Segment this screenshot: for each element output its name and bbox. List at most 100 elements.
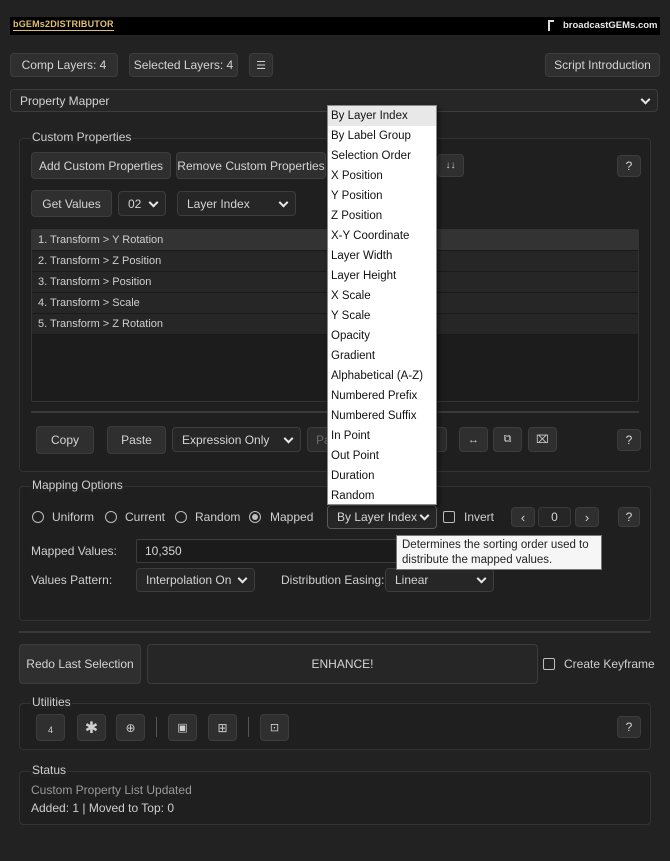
dropdown-item[interactable]: Selection Order [328, 146, 436, 166]
dropdown-item[interactable]: Opacity [328, 326, 436, 346]
random-radio[interactable] [175, 511, 187, 523]
utility-grid-button[interactable]: ⊞ [208, 714, 237, 741]
copy-button[interactable]: Copy [36, 426, 94, 454]
current-label[interactable]: Current [125, 510, 165, 524]
invert-checkbox[interactable] [443, 511, 455, 523]
selected-layers-button[interactable]: Selected Layers: 4 [129, 53, 238, 77]
expression-select[interactable]: Expression Only [172, 427, 301, 452]
expression-select-value: Expression Only [182, 432, 270, 447]
distribution-easing-label: Distribution Easing: [281, 573, 385, 587]
remove-custom-properties-button[interactable]: Remove Custom Properties [176, 152, 326, 179]
chevron-down-icon [640, 94, 651, 105]
dropdown-item[interactable]: X-Y Coordinate [328, 226, 436, 246]
utilities-title: Utilities [31, 695, 72, 709]
sort-order-tooltip: Determines the sorting order used to dis… [396, 535, 602, 570]
asterisk-icon: ✱ [84, 719, 99, 737]
count-select[interactable]: 02 [118, 191, 166, 216]
dropdown-item[interactable]: Layer Height [328, 266, 436, 286]
sort-down-button[interactable]: ↓↓ [437, 154, 464, 177]
values-pattern-label: Values Pattern: [31, 573, 113, 587]
dropdown-item[interactable]: Layer Width [328, 246, 436, 266]
random-label[interactable]: Random [195, 510, 240, 524]
dropdown-item[interactable]: Numbered Prefix [328, 386, 436, 406]
utility-number-button[interactable]: 4 [36, 714, 65, 741]
count-select-value: 02 [128, 196, 142, 211]
dropdown-item[interactable]: Y Position [328, 186, 436, 206]
divider [156, 717, 157, 737]
offset-decrement-button[interactable]: ‹ [511, 507, 535, 527]
duplicate-button[interactable]: ⧉ [493, 427, 522, 452]
offset-increment-button[interactable]: › [575, 507, 599, 527]
dropdown-item[interactable]: Duration [328, 466, 436, 486]
dropdown-item[interactable]: By Layer Index [328, 106, 436, 126]
mapped-values-label: Mapped Values: [31, 544, 117, 558]
create-keyframe-label[interactable]: Create Keyframe [564, 657, 655, 671]
distribution-easing-value: Linear [395, 573, 429, 587]
company-name[interactable]: broadcastGEMs.com [563, 20, 658, 31]
current-radio[interactable] [105, 511, 117, 523]
help-button[interactable]: ? [617, 429, 641, 451]
invert-label[interactable]: Invert [464, 510, 494, 524]
clear-icon: ⌧ [536, 434, 549, 446]
sort-order-dropdown-menu[interactable]: By Layer Index By Label Group Selection … [327, 105, 437, 505]
utility-asterisk-button[interactable]: ✱ [77, 714, 106, 741]
mapped-label[interactable]: Mapped [270, 510, 313, 524]
chevron-down-icon [419, 510, 430, 521]
duplicate-icon: ⧉ [503, 433, 512, 445]
distribution-easing-select[interactable]: Linear [385, 568, 494, 592]
sort-down-icon: ↓↓ [445, 160, 456, 171]
clear-button[interactable]: ⌧ [528, 427, 557, 452]
dropdown-item[interactable]: By Label Group [328, 126, 436, 146]
utility-box-button[interactable]: ▣ [168, 714, 197, 741]
swap-icon: ↔ [468, 433, 479, 446]
image-icon: ⊡ [269, 722, 280, 734]
enhance-button[interactable]: ENHANCE! [147, 644, 538, 684]
sort-order-select[interactable]: By Layer Index [327, 505, 437, 529]
dropdown-item[interactable]: Random [328, 486, 436, 506]
brand-logo: bGEMs2DISTRIBUTOR [13, 19, 114, 31]
help-button[interactable]: ? [617, 716, 641, 738]
values-pattern-select[interactable]: Interpolation On [136, 568, 255, 592]
dropdown-item[interactable]: Alphabetical (A-Z) [328, 366, 436, 386]
paste-button[interactable]: Paste [107, 426, 166, 454]
grid-icon: ⊞ [217, 720, 228, 735]
script-intro-button[interactable]: Script Introduction [545, 53, 660, 77]
dropdown-item[interactable]: Y Scale [328, 306, 436, 326]
offset-value-field[interactable]: 0 [538, 507, 571, 527]
mapping-options-title: Mapping Options [31, 478, 124, 492]
mode-select-value: Property Mapper [20, 93, 110, 108]
mapped-radio[interactable] [249, 511, 261, 523]
source-select[interactable]: Layer Index [177, 191, 296, 216]
chevron-down-icon [283, 433, 294, 444]
redo-last-selection-button[interactable]: Redo Last Selection [19, 644, 141, 684]
sort-order-value: By Layer Index [337, 510, 418, 524]
utility-target-button[interactable]: ⊕ [116, 714, 145, 741]
uniform-radio[interactable] [32, 511, 44, 523]
dropdown-item[interactable]: Out Point [328, 446, 436, 466]
status-title: Status [31, 763, 68, 777]
chevron-right-icon: › [584, 509, 590, 525]
mapped-values-input[interactable]: 10,350 [136, 539, 398, 563]
dropdown-item[interactable]: In Point [328, 426, 436, 446]
dropdown-item[interactable]: Z Position [328, 206, 436, 226]
comp-layers-button[interactable]: Comp Layers: 4 [10, 53, 118, 77]
dropdown-item[interactable]: X Position [328, 166, 436, 186]
chevron-down-icon [237, 573, 248, 584]
create-keyframe-checkbox[interactable] [543, 658, 555, 670]
dropdown-item[interactable]: Numbered Suffix [328, 406, 436, 426]
help-button[interactable]: ? [617, 155, 641, 177]
get-values-button[interactable]: Get Values [31, 190, 112, 217]
dropdown-item[interactable]: Gradient [328, 346, 436, 366]
uniform-label[interactable]: Uniform [52, 510, 94, 524]
dropdown-item[interactable]: X Scale [328, 286, 436, 306]
list-icon-button[interactable]: ☰ [249, 53, 273, 77]
utility-image-button[interactable]: ⊡ [260, 714, 289, 741]
add-custom-properties-button[interactable]: Add Custom Properties [31, 152, 171, 179]
status-panel [19, 771, 651, 825]
swap-button[interactable]: ↔ [459, 427, 488, 452]
chevron-down-icon [278, 197, 289, 208]
chevron-down-icon [476, 573, 487, 584]
custom-properties-title: Custom Properties [31, 130, 133, 144]
divider [248, 717, 249, 737]
help-button[interactable]: ? [618, 507, 640, 527]
